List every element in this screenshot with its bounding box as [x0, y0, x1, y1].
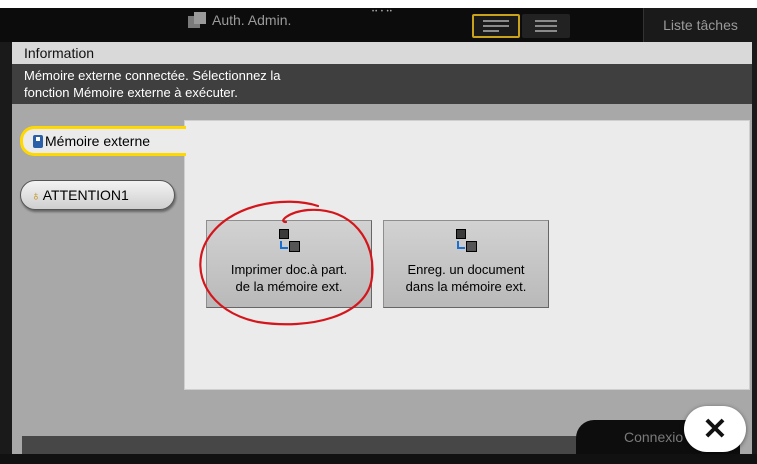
top-edge-strip — [0, 0, 757, 8]
list-view-button[interactable] — [472, 14, 520, 38]
task-list-label: Liste tâches — [663, 17, 738, 33]
save-to-memory-button[interactable]: Enreg. un document dans la mémoire ext. — [383, 220, 549, 308]
connexion-label: Connexio — [624, 429, 684, 445]
top-status-bar: •• • •• Auth. Admin. Liste tâches — [0, 0, 757, 42]
print-from-memory-icon — [277, 229, 301, 253]
dialog-title: Information — [12, 42, 757, 64]
dialog-message-line1: Mémoire externe connectée. Sélectionnez … — [24, 68, 281, 83]
tab-external-memory[interactable]: Mémoire externe — [20, 126, 186, 156]
documents-icon — [188, 12, 206, 28]
tab-attention-label: ATTENTION1 — [42, 187, 129, 203]
tab-external-memory-label: Mémoire externe — [45, 133, 151, 149]
page-indicator-dots: •• • •• — [372, 9, 393, 15]
close-icon: ✕ — [702, 412, 728, 446]
auth-admin-indicator: Auth. Admin. — [188, 12, 291, 28]
right-frame — [752, 42, 757, 464]
save-to-memory-line1: Enreg. un document — [407, 262, 525, 277]
save-to-memory-icon — [454, 229, 478, 253]
save-to-memory-label: Enreg. un document dans la mémoire ext. — [406, 261, 527, 295]
print-from-memory-label: Imprimer doc.à part. de la mémoire ext. — [231, 261, 347, 295]
dialog-bottom-bar — [22, 436, 672, 454]
print-from-memory-line2: de la mémoire ext. — [235, 279, 343, 294]
lightbulb-icon: ♁ — [31, 187, 41, 203]
close-button[interactable]: ✕ — [684, 406, 746, 452]
bottom-frame — [0, 454, 757, 464]
print-from-memory-button[interactable]: Imprimer doc.à part. de la mémoire ext. — [206, 220, 372, 308]
auth-admin-label: Auth. Admin. — [212, 12, 292, 28]
print-from-memory-line1: Imprimer doc.à part. — [230, 262, 348, 277]
detail-view-button[interactable] — [522, 14, 570, 38]
left-frame — [0, 42, 12, 464]
task-list-button[interactable]: Liste tâches — [643, 8, 757, 42]
dialog-message-line2: fonction Mémoire externe à exécuter. — [24, 85, 238, 100]
save-to-memory-line2: dans la mémoire ext. — [405, 279, 527, 294]
information-dialog: Information Mémoire externe connectée. S… — [12, 42, 757, 454]
usb-memory-icon — [33, 134, 43, 148]
dialog-message: Mémoire externe connectée. Sélectionnez … — [12, 64, 757, 104]
tab-attention[interactable]: ♁ ATTENTION1 — [20, 180, 175, 210]
